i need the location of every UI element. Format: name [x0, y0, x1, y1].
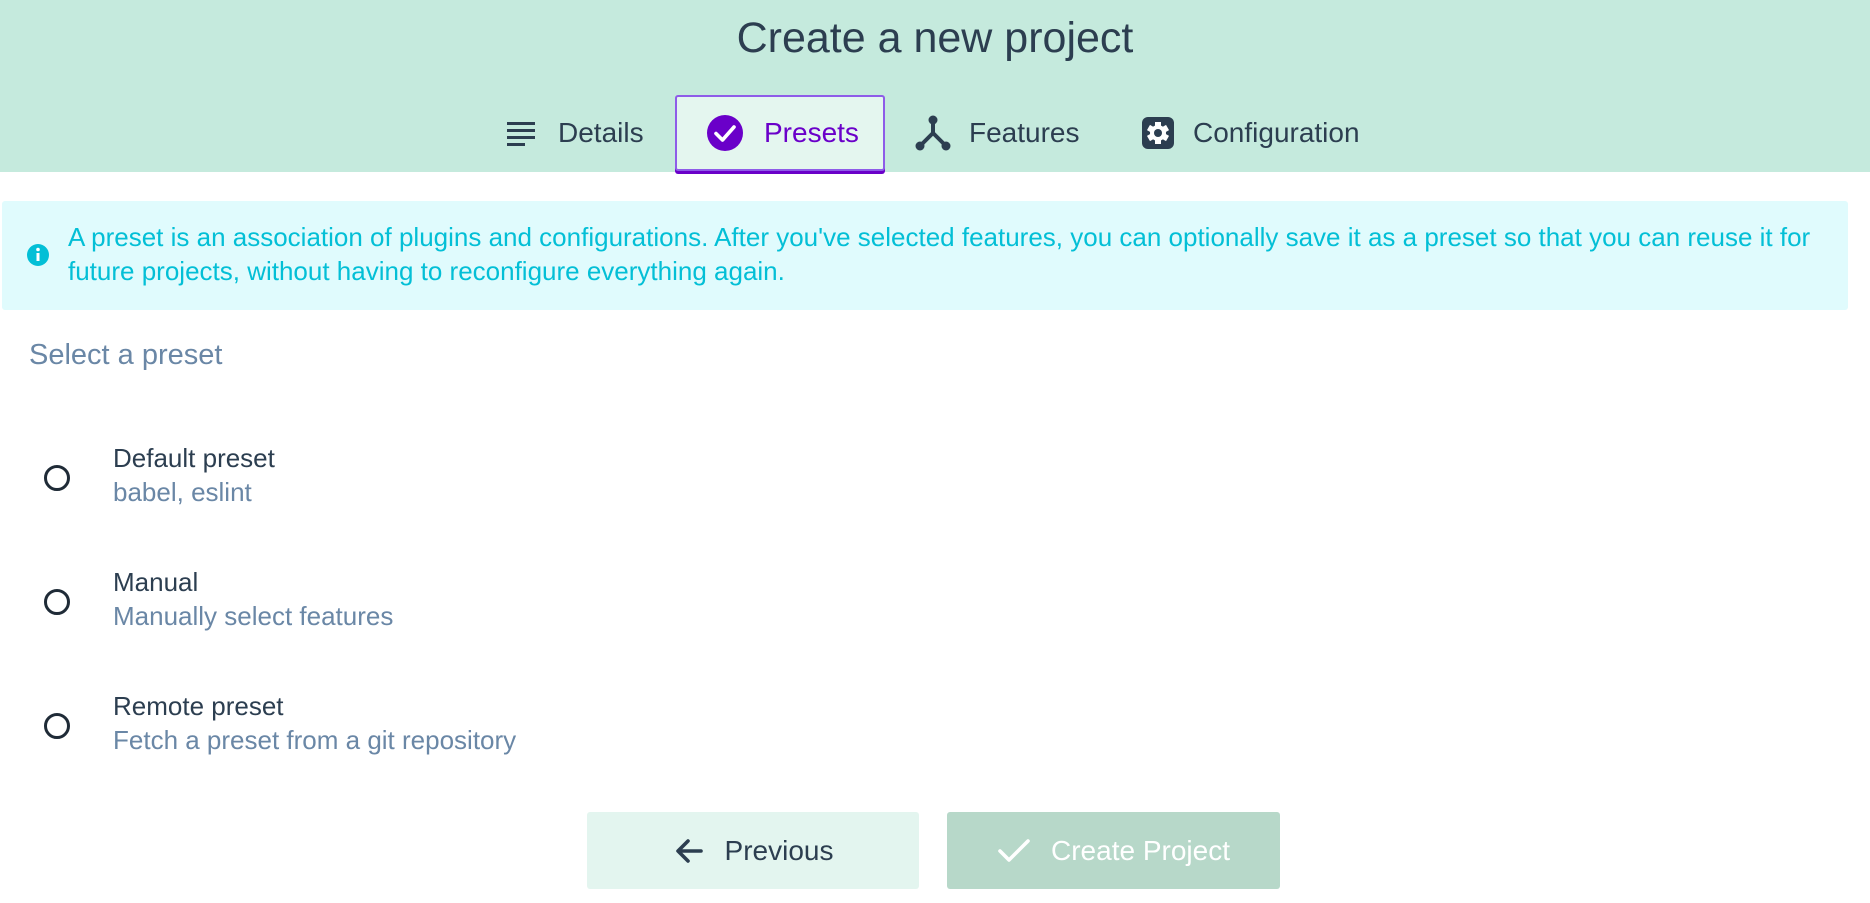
call-split-icon — [915, 115, 951, 151]
info-text: A preset is an association of plugins an… — [68, 222, 1811, 286]
radio-button[interactable] — [44, 465, 70, 491]
arrow-back-icon — [675, 838, 703, 863]
previous-button[interactable]: Previous — [587, 812, 919, 889]
create-project-button-label: Create Project — [1051, 834, 1230, 866]
preset-option-remote[interactable]: Remote preset Fetch a preset from a git … — [0, 671, 1870, 771]
tab-details[interactable]: Details — [506, 95, 644, 171]
preset-option-manual[interactable]: Manual Manually select features — [0, 547, 1870, 647]
step-tabs: Details Presets Features Configuration — [0, 95, 1870, 172]
preset-name: Manual — [113, 567, 199, 597]
tab-presets[interactable]: Presets — [675, 95, 885, 171]
preset-option-default[interactable]: Default preset babel, eslint — [0, 423, 1870, 523]
tab-presets-label: Presets — [764, 117, 859, 148]
preset-description: Fetch a preset from a git repository — [113, 725, 517, 755]
section-title: Select a preset — [29, 339, 223, 371]
previous-button-label: Previous — [724, 834, 834, 866]
subject-icon — [507, 122, 535, 146]
info-banner: A preset is an association of plugins an… — [2, 201, 1848, 310]
tab-features-label: Features — [969, 117, 1080, 148]
settings-gear-icon — [1142, 117, 1174, 149]
tab-features[interactable]: Features — [915, 95, 1080, 171]
header: Create a new project Details Presets Fea… — [0, 0, 1870, 172]
tab-configuration[interactable]: Configuration — [1141, 95, 1360, 171]
preset-name: Remote preset — [113, 691, 284, 721]
page-title: Create a new project — [736, 14, 1134, 62]
info-icon — [27, 244, 49, 266]
radio-button[interactable] — [44, 589, 70, 615]
create-project-button[interactable]: Create Project — [947, 812, 1280, 889]
radio-button[interactable] — [44, 713, 70, 739]
preset-name: Default preset — [113, 443, 275, 473]
check-circle-icon — [707, 115, 743, 151]
tab-details-label: Details — [558, 117, 644, 148]
preset-description: Manually select features — [113, 601, 394, 631]
preset-description: babel, eslint — [113, 477, 252, 507]
tab-configuration-label: Configuration — [1193, 117, 1360, 148]
check-icon — [998, 838, 1030, 862]
